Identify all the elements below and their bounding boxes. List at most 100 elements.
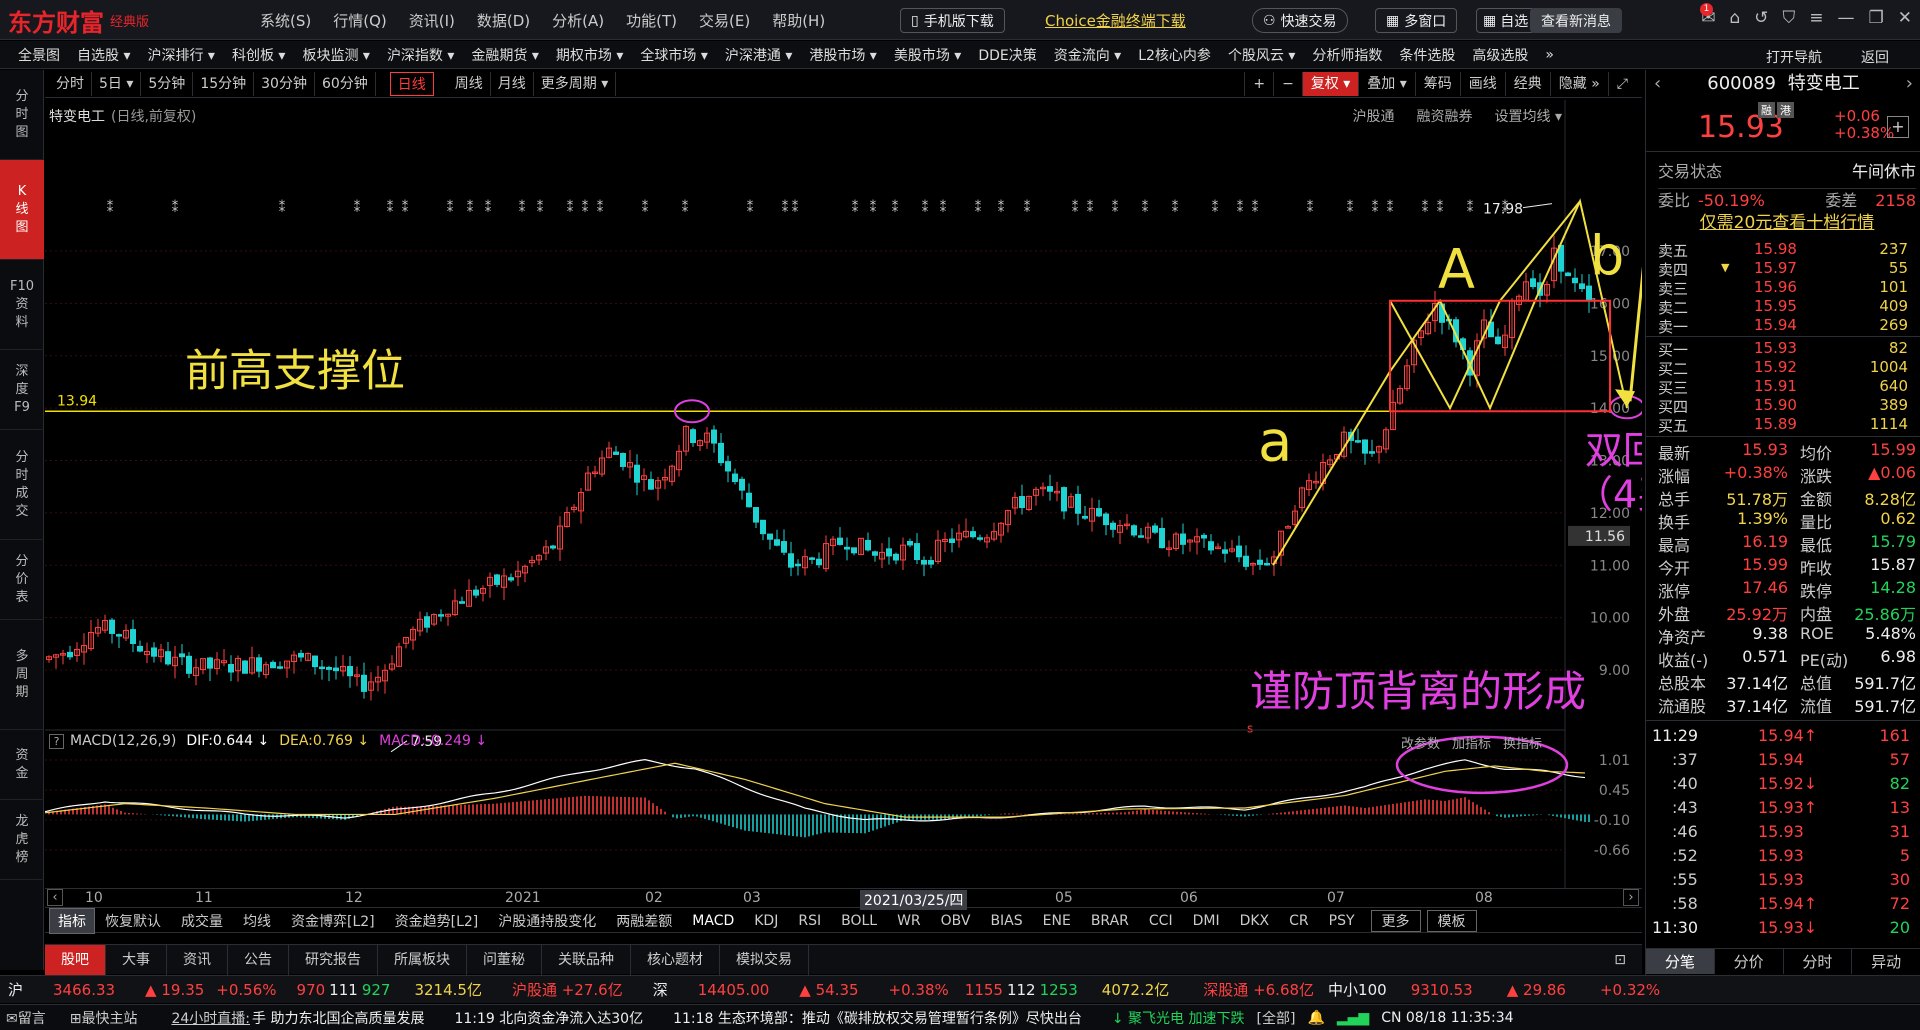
nav-item[interactable]: 高级选股 <box>1472 45 1528 65</box>
event-marker-icon[interactable]: ⁑ <box>940 200 947 216</box>
menu-news[interactable]: 资讯(I) <box>409 10 455 31</box>
menu-quote[interactable]: 行情(Q) <box>333 10 387 31</box>
sidebar-item[interactable]: 龙虎榜 <box>0 800 44 880</box>
indicator-tab[interactable]: BOLL <box>831 913 887 929</box>
nav-item[interactable]: DDE决策 <box>978 45 1036 65</box>
nav-item[interactable]: 板块监测 ▾ <box>302 45 369 65</box>
bid-row[interactable]: 买五 15.89 1114 <box>1658 415 1908 435</box>
indicator-tab[interactable]: BIAS <box>980 913 1032 929</box>
quote-panel-tab[interactable]: 异动 <box>1852 949 1920 974</box>
event-marker-icon[interactable]: ⁑ <box>782 200 789 216</box>
period-tab[interactable]: 分时 <box>49 71 92 96</box>
ask-row[interactable]: 卖一 15.94 269 <box>1658 316 1908 336</box>
all-alerts-link[interactable]: [全部] <box>1257 1008 1296 1028</box>
ticker-item[interactable]: 手 助力东北国企高质量发展 <box>252 1008 424 1028</box>
nav-item[interactable]: 沪深港通 ▾ <box>725 45 792 65</box>
ask-row[interactable]: 卖五 15.98 237 <box>1658 240 1908 260</box>
quote-panel-tab[interactable]: 分价 <box>1715 949 1784 974</box>
event-marker-icon[interactable]: ⁑ <box>567 200 574 216</box>
bid-row[interactable]: 买三 15.91 640 <box>1658 377 1908 397</box>
indicator-tab[interactable]: 更多 <box>1370 909 1421 932</box>
sidebar-item[interactable]: 分价表 <box>0 540 44 620</box>
ask-row[interactable]: 卖四 15.97 55 <box>1658 259 1908 279</box>
event-marker-icon[interactable]: ⁑ <box>1142 200 1149 216</box>
scroll-left-icon[interactable]: ‹ <box>47 889 63 906</box>
event-marker-icon[interactable]: ⁑ <box>1372 200 1379 216</box>
multi-window-button[interactable]: ▦ 多窗口 <box>1375 8 1458 33</box>
nav-item[interactable]: 美股市场 ▾ <box>894 45 961 65</box>
chart-tool-button[interactable]: + <box>1244 72 1273 96</box>
bid-row[interactable]: 买四 15.90 389 <box>1658 396 1908 416</box>
home-icon[interactable]: ⌂ <box>1729 8 1740 28</box>
event-marker-icon[interactable]: ⁑ <box>537 200 544 216</box>
event-marker-icon[interactable]: ⁑ <box>1467 200 1474 216</box>
message-button[interactable]: ✉留言 <box>6 1008 58 1028</box>
event-marker-icon[interactable]: ⁑ <box>1422 200 1429 216</box>
period-tab[interactable]: 周线 <box>448 71 491 96</box>
news-tab[interactable]: 关联品种 <box>542 944 631 975</box>
indicator-tab[interactable]: ENE <box>1033 913 1081 929</box>
nav-item[interactable]: 全球市场 ▾ <box>640 45 707 65</box>
event-marker-icon[interactable]: ⁑ <box>519 200 526 216</box>
prev-stock-icon[interactable]: ‹ <box>1654 70 1661 98</box>
nav-item[interactable]: L2核心内参 <box>1138 45 1211 65</box>
nav-item[interactable]: 沪深指数 ▾ <box>387 45 454 65</box>
indicator-tab[interactable]: 指标 <box>49 907 95 934</box>
news-tab[interactable]: 所属板块 <box>378 944 467 975</box>
quote-panel-tab[interactable]: 分笔 <box>1646 949 1715 974</box>
event-marker-icon[interactable]: ⁑ <box>642 200 649 216</box>
menu-data[interactable]: 数据(D) <box>477 10 530 31</box>
promo-row[interactable]: 仅需20元查看十档行情 <box>1658 208 1916 233</box>
period-tab[interactable]: 月线 <box>491 71 534 96</box>
fastest-server-button[interactable]: ⊞最快主站 <box>70 1008 150 1028</box>
event-marker-icon[interactable]: ⁑ <box>1387 200 1394 216</box>
nav-item[interactable]: 沪深排行 ▾ <box>147 45 214 65</box>
event-marker-icon[interactable]: ⁑ <box>792 200 799 216</box>
sh-index-name[interactable]: 沪 <box>8 979 23 1000</box>
event-marker-icon[interactable]: ⁑ <box>597 200 604 216</box>
quote-panel-tab[interactable]: 分时 <box>1784 949 1853 974</box>
event-marker-icon[interactable]: ⁑ <box>467 200 474 216</box>
indicator-tab[interactable]: DKX <box>1230 913 1280 929</box>
event-marker-icon[interactable]: ⁑ <box>1172 200 1179 216</box>
indicator-tab[interactable]: 恢复默认 <box>95 911 171 931</box>
event-marker-icon[interactable]: ⁑ <box>279 200 286 216</box>
indicator-tab[interactable]: WR <box>887 913 931 929</box>
event-marker-icon[interactable]: ⁑ <box>447 200 454 216</box>
news-tab[interactable]: 股吧 <box>45 944 106 975</box>
event-marker-icon[interactable]: ⁑ <box>485 200 492 216</box>
event-marker-icon[interactable]: ⁑ <box>852 200 859 216</box>
news-tab[interactable]: 核心题材 <box>631 944 720 975</box>
indicator-tab[interactable]: 均线 <box>233 911 281 931</box>
sidebar-item[interactable]: 分时图 <box>0 70 44 160</box>
event-marker-icon[interactable]: ⁑ <box>1437 200 1444 216</box>
indicator-tab[interactable]: CCI <box>1139 913 1183 929</box>
menu-help[interactable]: 帮助(H) <box>772 10 825 31</box>
promo-link[interactable]: 仅需20元查看十档行情 <box>1700 208 1875 233</box>
self-select-button[interactable]: ▦ 自选 <box>1476 8 1536 33</box>
tag-hgt[interactable]: 沪股通 <box>1353 106 1395 126</box>
menu-system[interactable]: 系统(S) <box>260 10 311 31</box>
sidebar-item[interactable]: 多周期 <box>0 620 44 730</box>
chart-tool-button[interactable]: − <box>1273 72 1302 96</box>
news-tab[interactable]: 模拟交易 <box>720 944 809 975</box>
news-tab[interactable]: 研究报告 <box>289 944 378 975</box>
scroll-right-icon[interactable]: › <box>1623 889 1639 906</box>
indicator-tab[interactable]: 两融差额 <box>606 911 682 931</box>
menu-icon[interactable]: ≡ <box>1809 8 1823 28</box>
chart-tool-button[interactable]: 画线 <box>1459 72 1505 96</box>
period-tab[interactable]: 5分钟 <box>141 71 194 96</box>
new-message-button[interactable]: 查看新消息 <box>1530 8 1622 33</box>
ticker-item[interactable]: 11:18 生态环境部：推动《碳排放权交易管理暂行条例》尽快出台 <box>673 1008 1082 1028</box>
ask-row[interactable]: 卖三 15.96 101 <box>1658 278 1908 298</box>
add-watchlist-icon[interactable]: + <box>1887 116 1909 138</box>
change-indicator-button[interactable]: 换指标 <box>1503 733 1542 752</box>
indicator-tab[interactable]: 模板 <box>1426 909 1477 932</box>
open-nav-button[interactable]: 打开导航 <box>1766 47 1822 67</box>
nav-item[interactable]: 港股市场 ▾ <box>809 45 876 65</box>
event-marker-icon[interactable]: ⁑ <box>975 200 982 216</box>
indicator-tab[interactable]: MACD <box>682 913 744 929</box>
ticker-item[interactable]: 11:19 北向资金净流入达30亿 <box>454 1008 643 1028</box>
menu-trade[interactable]: 交易(E) <box>699 10 750 31</box>
period-tab[interactable]: 60分钟 <box>315 71 376 96</box>
